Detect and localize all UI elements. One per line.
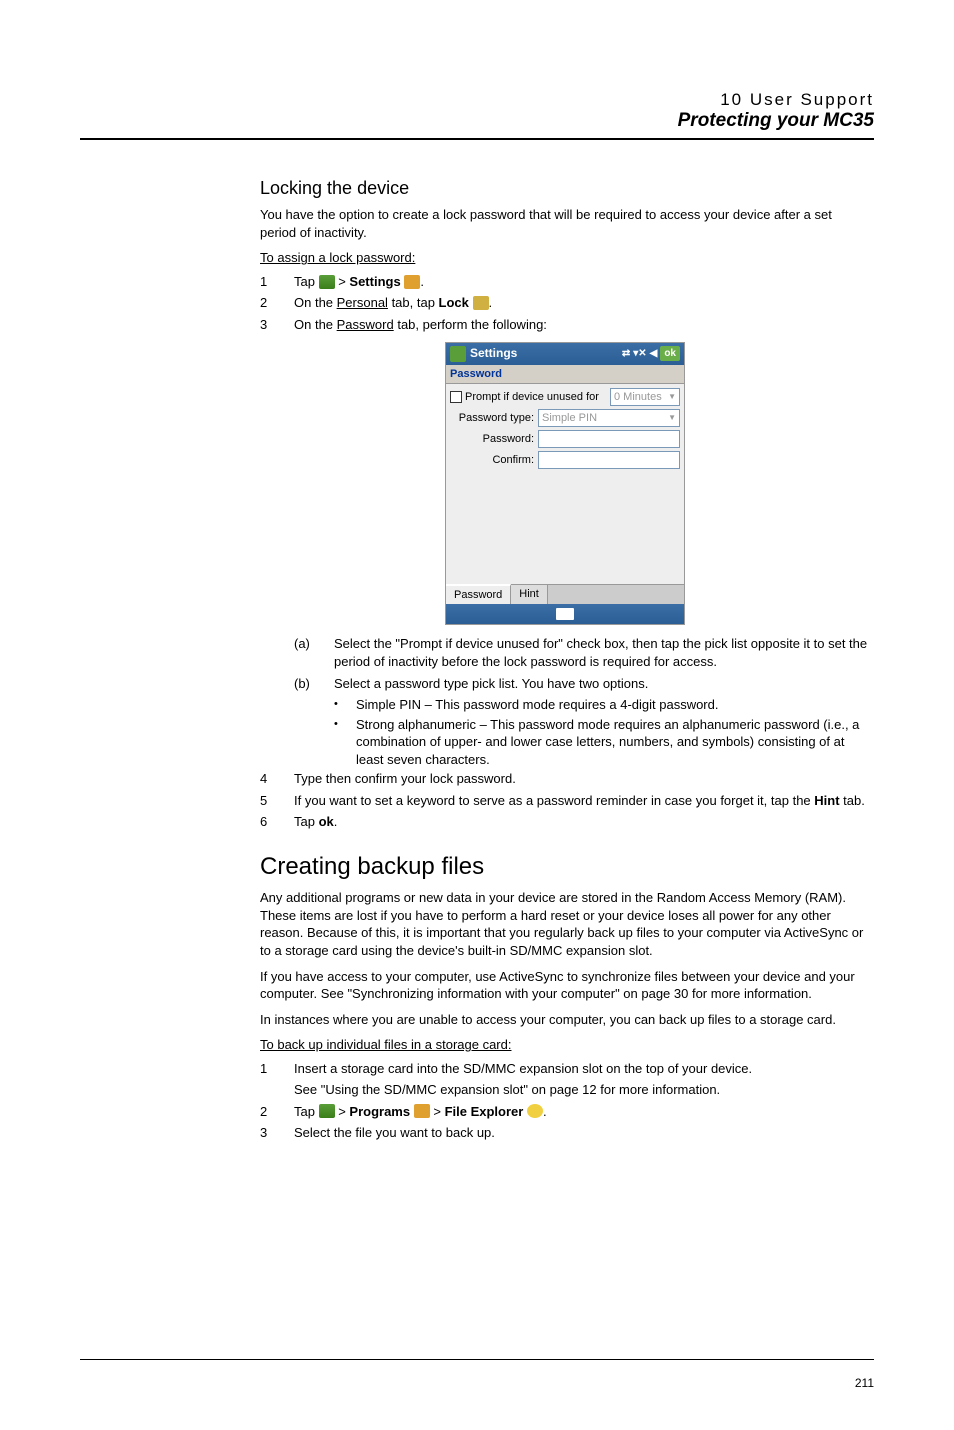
step-text: Tap ok. xyxy=(294,813,870,831)
connectivity-icon: ⇄ xyxy=(622,347,630,361)
substep-label: (a) xyxy=(294,635,334,670)
volume-icon: ◀ xyxy=(650,347,658,361)
wm-tray: ⇄ ▾✕ ◀ ok xyxy=(622,346,680,362)
substep-label: (b) xyxy=(294,675,334,693)
wm-footer xyxy=(446,604,684,624)
file-explorer-icon xyxy=(527,1104,543,1118)
backup-para2: If you have access to your computer, use… xyxy=(260,968,870,1003)
password-type-picker[interactable]: Simple PIN▼ xyxy=(538,409,680,427)
password-type-label: Password type: xyxy=(450,412,538,424)
bullet-marker: • xyxy=(334,716,356,769)
header-rule xyxy=(80,138,874,140)
step-number: 3 xyxy=(260,1124,294,1142)
step-text: Tap > Programs > File Explorer . xyxy=(294,1103,870,1121)
dropdown-arrow-icon: ▼ xyxy=(668,413,676,424)
step-number: 1 xyxy=(260,1060,294,1099)
tab-password[interactable]: Password xyxy=(446,584,511,605)
wm-screen-label: Password xyxy=(446,365,684,385)
tab-hint[interactable]: Hint xyxy=(511,585,548,605)
step-text: Insert a storage card into the SD/MMC ex… xyxy=(294,1060,870,1099)
step-number: 5 xyxy=(260,792,294,810)
ok-button[interactable]: ok xyxy=(660,346,680,362)
step-number: 4 xyxy=(260,770,294,788)
programs-icon xyxy=(414,1104,430,1118)
bullet-text: Simple PIN – This password mode requires… xyxy=(356,696,870,714)
step-number: 2 xyxy=(260,294,294,312)
intro-para: You have the option to create a lock pas… xyxy=(260,206,870,241)
header-title: Protecting your MC35 xyxy=(80,110,874,132)
step-text: Select the file you want to back up. xyxy=(294,1124,870,1142)
prompt-checkbox[interactable] xyxy=(450,391,462,403)
section-heading-locking: Locking the device xyxy=(260,176,870,200)
prompt-duration-picker[interactable]: 0 Minutes▼ xyxy=(610,388,680,406)
step-text: If you want to set a keyword to serve as… xyxy=(294,792,870,810)
start-icon xyxy=(319,1104,335,1118)
backup-para1: Any additional programs or new data in y… xyxy=(260,889,870,959)
signal-icon: ▾✕ xyxy=(633,347,646,361)
password-label: Password: xyxy=(450,433,538,445)
lock-icon xyxy=(473,296,489,310)
start-flag-icon[interactable] xyxy=(450,346,466,362)
step-number: 6 xyxy=(260,813,294,831)
settings-icon xyxy=(404,275,420,289)
step-number: 3 xyxy=(260,316,294,334)
confirm-input[interactable] xyxy=(538,451,680,469)
step-text: Type then confirm your lock password. xyxy=(294,770,870,788)
start-icon xyxy=(319,275,335,289)
procedure-heading-assign: To assign a lock password: xyxy=(260,249,870,267)
page-number: 211 xyxy=(855,1376,874,1390)
password-input[interactable] xyxy=(538,430,680,448)
header-section: 10 User Support xyxy=(80,90,874,110)
confirm-label: Confirm: xyxy=(450,454,538,466)
dropdown-arrow-icon: ▼ xyxy=(668,392,676,403)
substep-text: Select a password type pick list. You ha… xyxy=(334,675,870,693)
backup-para3: In instances where you are unable to acc… xyxy=(260,1011,870,1029)
step-text: On the Password tab, perform the followi… xyxy=(294,316,870,334)
prompt-label: Prompt if device unused for xyxy=(465,391,610,403)
step-text: On the Personal tab, tap Lock . xyxy=(294,294,870,312)
wm-titlebar: Settings ⇄ ▾✕ ◀ ok xyxy=(446,343,684,365)
wm-title-text: Settings xyxy=(470,345,517,361)
footer-rule xyxy=(80,1359,874,1360)
bullet-text: Strong alphanumeric – This password mode… xyxy=(356,716,870,769)
keyboard-icon[interactable] xyxy=(556,608,574,620)
device-screenshot: Settings ⇄ ▾✕ ◀ ok Password Prompt if de… xyxy=(445,342,685,626)
step-text: Tap > Settings . xyxy=(294,273,870,291)
substep-text: Select the "Prompt if device unused for"… xyxy=(334,635,870,670)
procedure-heading-backup: To back up individual files in a storage… xyxy=(260,1036,870,1054)
bullet-marker: • xyxy=(334,696,356,714)
section-heading-backup: Creating backup files xyxy=(260,851,870,883)
step-number: 2 xyxy=(260,1103,294,1121)
step-number: 1 xyxy=(260,273,294,291)
